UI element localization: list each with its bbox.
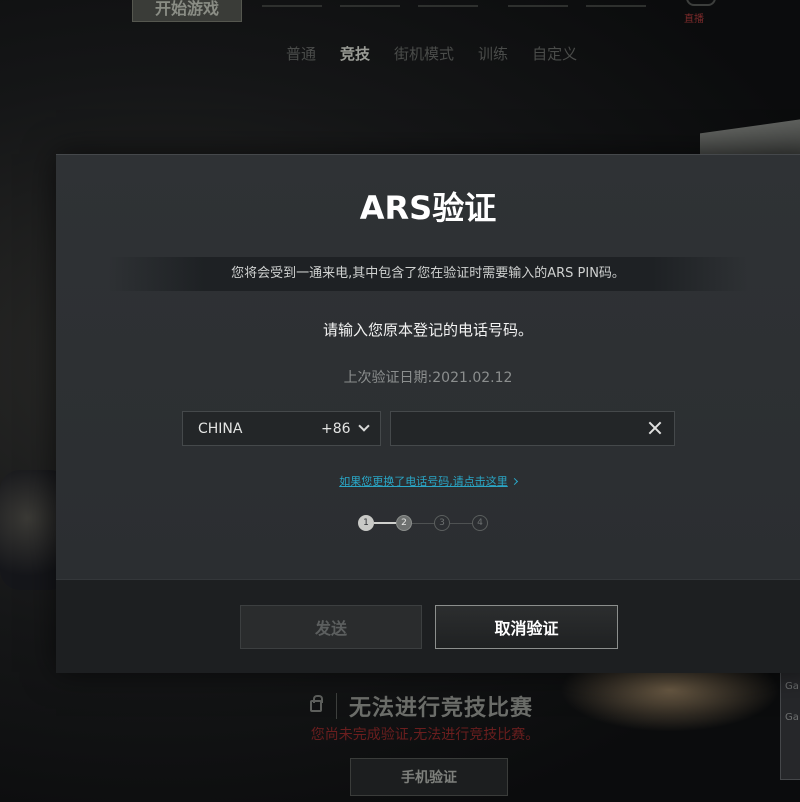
lock-icon	[310, 695, 323, 712]
mode-tabs: 普通 竞技 街机模式 训练 自定义	[286, 43, 601, 64]
dialog-title: ARS验证	[359, 189, 497, 227]
game-screen: 开始游戏 直播 普通 竞技 街机模式 训练 自定义 Ga Ga 无法进行竞技比赛…	[0, 0, 800, 802]
phone-prompt: 请输入您原本登记的电话号码。	[322, 321, 533, 339]
live-icon[interactable]	[686, 0, 716, 6]
tab-training[interactable]: 训练	[478, 43, 508, 64]
info-message: 您将会受到一通来电,其中包含了您在验证时需要输入的ARS PIN码。	[108, 257, 748, 291]
locked-status: 无法进行竞技比赛	[310, 690, 533, 722]
top-nav-item-5[interactable]	[586, 0, 646, 18]
step-2: 2	[396, 515, 412, 531]
country-code-select[interactable]: CHINA +86	[182, 411, 381, 446]
step-4: 4	[472, 515, 488, 531]
tab-arcade[interactable]: 街机模式	[394, 43, 454, 64]
step-1: 1	[358, 515, 374, 531]
step-indicator: 1 2 3 4	[358, 515, 488, 531]
change-phone-link-text[interactable]: 如果您更换了电话号码,请点击这里	[339, 475, 508, 488]
close-icon[interactable]	[647, 420, 663, 436]
chevron-down-icon	[358, 420, 370, 432]
side-panel-item: Ga	[785, 681, 799, 692]
tab-custom[interactable]: 自定义	[532, 43, 577, 64]
country-dial-code: +86	[321, 420, 351, 437]
ars-verification-dialog: ARS验证 您将会受到一通来电,其中包含了您在验证时需要输入的ARS PIN码。…	[56, 154, 800, 673]
phone-number-field[interactable]	[390, 411, 675, 446]
dialog-footer: 发送 取消验证	[56, 579, 800, 673]
send-button[interactable]: 发送	[240, 605, 422, 649]
last-verification-date: 上次验证日期:2021.02.12	[343, 370, 513, 386]
divider	[336, 693, 337, 719]
chevron-right-icon	[510, 477, 518, 486]
cannot-play-text: 无法进行竞技比赛	[349, 696, 534, 721]
cancel-verification-button[interactable]: 取消验证	[435, 605, 618, 649]
tab-competitive[interactable]: 竞技	[340, 43, 370, 64]
top-bar: 开始游戏 直播	[0, 0, 800, 25]
top-nav-item-1[interactable]	[262, 0, 322, 18]
phone-verify-button[interactable]: 手机验证	[350, 758, 508, 796]
step-connector	[450, 522, 472, 524]
live-label: 直播	[684, 14, 704, 25]
country-name: CHINA	[198, 420, 243, 437]
step-3: 3	[434, 515, 450, 531]
background-glow	[560, 672, 780, 732]
phone-number-input[interactable]	[391, 412, 631, 445]
verification-warning: 您尚未完成验证,无法进行竞技比赛。	[310, 727, 540, 743]
start-game-tab[interactable]: 开始游戏	[132, 0, 242, 22]
step-connector	[412, 522, 434, 524]
tab-normal[interactable]: 普通	[286, 43, 316, 64]
change-phone-link[interactable]: 如果您更换了电话号码,请点击这里	[56, 473, 800, 489]
top-nav-item-4[interactable]	[508, 0, 568, 18]
top-nav-item-2[interactable]	[340, 0, 400, 18]
step-connector	[374, 522, 396, 524]
top-nav-item-3[interactable]	[418, 0, 478, 18]
